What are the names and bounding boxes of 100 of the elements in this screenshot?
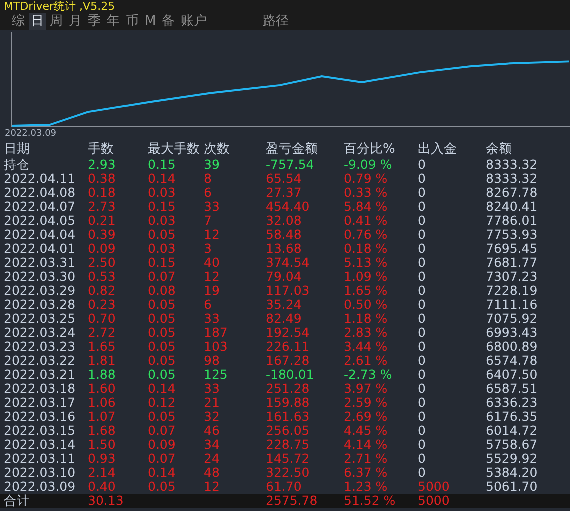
table-cell-text: 7075.92 <box>486 312 539 326</box>
table-cell-text: 117.03 <box>266 284 311 298</box>
table-cell-text: 1.50 <box>88 438 117 452</box>
table-cell-text: 2.73 <box>88 200 117 214</box>
table-cell-text: 0.07 <box>148 424 177 438</box>
table-cell-text: 0 <box>418 368 427 382</box>
table-cell-text: 0 <box>418 410 427 424</box>
table-cell-text: 98 <box>204 354 221 368</box>
table-cell-text: 35.24 <box>266 298 303 312</box>
table-cell-text: 2022.04.04 <box>3 228 77 242</box>
tab[interactable]: 备 <box>160 13 178 30</box>
table-cell-text: 0.03 <box>148 214 177 228</box>
tab[interactable]: 月 <box>67 13 84 30</box>
table-cell-text: 0.14 <box>148 172 177 186</box>
tab[interactable]: 日 <box>29 13 46 30</box>
table-cell-text: 0.53 <box>88 270 117 284</box>
table-cell-text: 2.59 % <box>344 396 389 410</box>
table-cell-text: 46 <box>204 424 221 438</box>
table-cell-text: 0 <box>418 200 427 214</box>
table-cell-text: 6014.72 <box>486 424 539 438</box>
table-cell-text: 2022.03.31 <box>3 256 77 270</box>
table-cell-text: 1.65 % <box>344 284 389 298</box>
tab[interactable]: 币 <box>124 13 141 30</box>
table-cell-text: 2022.03.21 <box>3 368 77 382</box>
tab[interactable]: 路径 <box>261 13 292 30</box>
table-cell-text: 2022.04.05 <box>3 214 77 228</box>
table-cell-text: 2022.03.30 <box>3 270 77 284</box>
table-cell-text: 7681.77 <box>486 256 539 270</box>
tab[interactable]: 年 <box>105 13 122 30</box>
table-cell-text: 32 <box>204 410 221 424</box>
table-cell-text: 6 <box>204 186 213 200</box>
table-cell-text: 27.37 <box>266 186 303 200</box>
column-header: 盈亏金额 <box>266 142 319 158</box>
table-cell-text: 58.48 <box>266 228 303 242</box>
table-cell-text: 6176.35 <box>486 410 539 424</box>
table-cell-text: 454.40 <box>266 200 311 214</box>
table-cell-text: 8333.32 <box>486 158 539 172</box>
table-cell-text: 0 <box>418 438 427 452</box>
table-cell-text: 0.05 <box>148 480 177 494</box>
table-cell-text: 0.70 <box>88 312 117 326</box>
table-cell-text: 2022.04.11 <box>3 172 77 186</box>
table-cell-text: 0.05 <box>148 312 177 326</box>
table-cell-text: 2022.03.11 <box>3 452 77 466</box>
table-cell-text: 0.09 <box>148 438 177 452</box>
column-header: 出入金 <box>418 142 458 158</box>
table-cell-text: 19 <box>204 284 221 298</box>
table-cell-text: 0.09 <box>88 242 117 256</box>
table-cell-text: 0 <box>418 158 427 172</box>
table-cell-text: 4.45 % <box>344 424 389 438</box>
table-cell-text: 5529.92 <box>486 452 539 466</box>
table-cell-text: 6800.89 <box>486 340 539 354</box>
tab[interactable]: 综 <box>10 13 27 30</box>
table-cell-text: 6993.43 <box>486 326 539 340</box>
table-cell-text: 0.15 <box>148 200 177 214</box>
tab[interactable]: 账户 <box>179 13 210 30</box>
table-cell-text: 2.71 % <box>344 452 389 466</box>
table-cell-text: 51.52 % <box>344 494 397 508</box>
table-cell-text: 2022.03.18 <box>3 382 77 396</box>
table-cell-text: 12 <box>204 270 221 284</box>
table-cell-text: 0 <box>418 214 427 228</box>
table-cell-text: 0.15 <box>148 158 177 172</box>
table-cell-text: 2.50 <box>88 256 117 270</box>
tab[interactable]: M <box>143 13 158 30</box>
tab[interactable]: 周 <box>48 13 65 30</box>
table-cell-text: 2.69 % <box>344 410 389 424</box>
table-cell-text: 0.82 <box>88 284 117 298</box>
table-cell-text: 1.07 <box>88 410 117 424</box>
table-cell-text: 1.65 <box>88 340 117 354</box>
table-cell-text: 145.72 <box>266 452 311 466</box>
table-cell-text: 2022.03.17 <box>3 396 77 410</box>
column-header: 日期 <box>3 142 31 158</box>
table-cell-text: 0.05 <box>148 368 177 382</box>
table-cell-text: 8267.78 <box>486 186 539 200</box>
table-cell-text: 24 <box>204 452 221 466</box>
table-cell-text: 0.93 <box>88 452 117 466</box>
table-cell-text: 5061.70 <box>486 480 539 494</box>
tab[interactable]: 季 <box>86 13 103 30</box>
table-cell-text: 2.61 % <box>344 354 389 368</box>
table-cell-text: -180.01 <box>266 368 316 382</box>
table-cell-text: 0.18 % <box>344 242 389 256</box>
table-cell-text: 0 <box>418 466 427 480</box>
table-cell-text: 1.81 <box>88 354 117 368</box>
table-cell-text: 6.37 % <box>344 466 389 480</box>
table-cell-text: 161.63 <box>266 410 311 424</box>
table-cell-text: 6407.50 <box>486 368 539 382</box>
table-cell-text: 0 <box>418 256 427 270</box>
table-cell-text: 256.05 <box>266 424 311 438</box>
table-cell-text: 0 <box>418 186 427 200</box>
table-cell-text: 0 <box>418 172 427 186</box>
table-cell-text: 6336.23 <box>486 396 539 410</box>
table-cell-text: 2022.03.28 <box>3 298 77 312</box>
table-cell-text: 0.05 <box>148 326 177 340</box>
table-cell-text: 0.40 <box>88 480 117 494</box>
table-cell-text: 0.05 <box>148 354 177 368</box>
table-cell-text: -757.54 <box>266 158 316 172</box>
table-cell-text: 5000 <box>418 480 451 494</box>
table-cell-text: 0 <box>418 326 427 340</box>
table-cell-text: 0 <box>418 424 427 438</box>
table-cell-text: 12 <box>204 480 221 494</box>
table-cell-text: 0.15 <box>148 256 177 270</box>
